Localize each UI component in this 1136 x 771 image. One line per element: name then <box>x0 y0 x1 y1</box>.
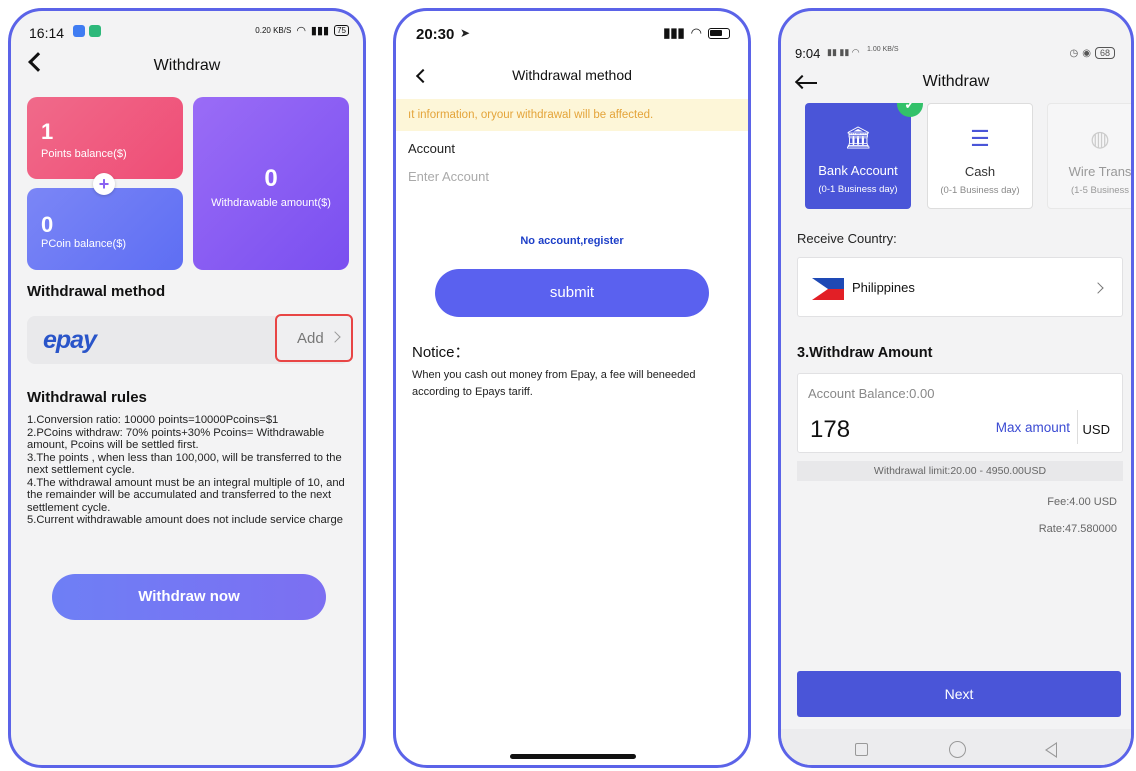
add-method-button[interactable]: Add <box>275 314 353 362</box>
location-icon: ◉ <box>1082 47 1091 59</box>
page-title: Withdrawal method <box>512 67 632 83</box>
withdrawal-method-title: Withdrawal method <box>27 283 166 300</box>
amount-input-box[interactable]: Account Balance:0.00 178 Max amount USD <box>797 373 1123 453</box>
plus-icon: + <box>93 173 115 195</box>
status-bar: 9:04 ▮▮ ▮▮ ◠ 1.00 KB/S ◷ ◉ 68 <box>781 11 1131 61</box>
status-bar: 20:30 ➤ ▮▮▮ ◠ <box>396 11 748 51</box>
withdraw-form: 🏛 Bank Account (0-1 Business day) ✓ ☰ Ca… <box>781 103 1131 673</box>
wifi-icon: ◠ <box>690 25 702 40</box>
app-icon <box>73 25 85 37</box>
status-bar: 16:14 0.20 KB/S ◠ ▮▮▮ 75 <box>11 11 363 51</box>
status-time: 9:04 <box>795 46 821 61</box>
withdrawal-rules-title: Withdrawal rules <box>27 389 147 406</box>
check-icon: ✓ <box>897 103 923 117</box>
points-balance-label: Points balance($) <box>41 148 127 160</box>
method-bank-account[interactable]: 🏛 Bank Account (0-1 Business day) ✓ <box>805 103 923 209</box>
bank-icon: 🏛 <box>844 125 872 150</box>
philippines-flag-icon <box>812 278 844 300</box>
back-triangle-icon[interactable] <box>1045 742 1057 758</box>
next-button[interactable]: Next <box>797 671 1121 717</box>
status-indicators: ▮▮▮ ◠ <box>663 25 730 41</box>
status-time: 20:30 <box>416 26 455 43</box>
pcoin-balance-label: PCoin balance($) <box>41 238 126 250</box>
points-balance-card: 1 Points balance($) <box>27 97 183 179</box>
network-speed: 1.00 KB/S <box>867 46 899 53</box>
wifi-icon: ◠ <box>296 25 306 37</box>
home-icon[interactable] <box>949 741 966 758</box>
signal-icon: ▮▮▮ <box>310 25 330 37</box>
phone-withdraw-bank: 9:04 ▮▮ ▮▮ ◠ 1.00 KB/S ◷ ◉ 68 Withdraw 🏛… <box>778 8 1134 768</box>
chevron-right-icon <box>329 331 341 343</box>
register-link[interactable]: No account,register <box>396 235 748 247</box>
battery-level: 75 <box>334 25 349 36</box>
rule-item: 4.The withdrawal amount must be an integ… <box>27 476 345 514</box>
method-duration: (0-1 Business day) <box>940 185 1020 196</box>
pcoin-balance-value: 0 <box>41 212 54 237</box>
epay-method-row[interactable]: epay Add <box>27 314 353 364</box>
points-balance-value: 1 <box>41 119 54 144</box>
country-name: Philippines <box>852 280 915 295</box>
rule-item: 1.Conversion ratio: 10000 points=10000Pc… <box>27 414 279 426</box>
receive-country-label: Receive Country: <box>797 231 897 246</box>
currency-label: USD <box>1082 422 1110 437</box>
withdrawable-amount-value: 0 <box>264 165 278 192</box>
epay-logo: epay <box>43 326 97 354</box>
country-selector[interactable]: Philippines <box>797 257 1123 317</box>
alarm-icon: ◷ <box>1069 47 1079 59</box>
rule-item: 5.Current withdrawable amount does not i… <box>27 514 343 526</box>
recents-icon[interactable] <box>855 743 868 756</box>
max-amount-button[interactable]: Max amount <box>996 420 1070 435</box>
status-time: 16:14 <box>29 25 65 41</box>
divider <box>1077 410 1078 444</box>
amount-input[interactable]: 178 <box>810 416 850 444</box>
rule-item: 2.PCoins withdraw: 70% points+30% Pcoins… <box>27 426 325 452</box>
location-icon: ➤ <box>460 26 471 40</box>
account-balance: Account Balance:0.00 <box>808 386 935 401</box>
withdrawal-limit: Withdrawal limit:20.00 - 4950.00USD <box>797 461 1123 481</box>
method-duration: (0-1 Business day) <box>818 184 898 195</box>
method-name: Wire Trans <box>1068 164 1131 179</box>
rate-text: Rate:47.580000 <box>1038 523 1117 535</box>
app-icon <box>89 25 101 37</box>
withdrawal-rules-list: 1.Conversion ratio: 10000 points=10000Pc… <box>27 414 353 527</box>
phone-withdrawal-method: 20:30 ➤ ▮▮▮ ◠ Withdrawal method ıt infor… <box>393 8 751 768</box>
rule-item: 3.The points , when less than 100,000, w… <box>27 451 342 477</box>
method-name: Bank Account <box>818 163 898 178</box>
method-duration: (1-5 Business <box>1070 185 1130 196</box>
method-name: Cash <box>964 164 996 179</box>
notice-title: Notice： <box>412 344 470 361</box>
withdraw-amount-title: 3.Withdraw Amount <box>797 345 933 361</box>
withdrawable-amount-card: 0 Withdrawable amount($) <box>193 97 349 270</box>
battery-icon <box>708 27 730 39</box>
home-indicator[interactable] <box>510 754 636 759</box>
notice-body: When you cash out money from Epay, a fee… <box>412 369 696 398</box>
page-title: Withdraw <box>922 73 990 90</box>
chevron-right-icon <box>1092 282 1104 294</box>
battery-level: 68 <box>1094 47 1115 59</box>
submit-button[interactable]: submit <box>435 269 709 317</box>
status-indicators: 0.20 KB/S ◠ ▮▮▮ 75 <box>255 24 349 37</box>
android-nav-bar <box>781 729 1131 765</box>
page-title: Withdraw <box>153 57 221 74</box>
status-indicators: ◷ ◉ 68 <box>1070 47 1115 59</box>
pcoin-balance-card: 0 PCoin balance($) <box>27 188 183 270</box>
phone-withdraw-points: 16:14 0.20 KB/S ◠ ▮▮▮ 75 Withdraw 1 Poin… <box>8 8 366 768</box>
account-input[interactable] <box>408 169 728 184</box>
fee-text: Fee:4.00 USD <box>1047 496 1117 508</box>
signal-icon: ▮▮▮ <box>663 25 685 40</box>
cash-icon: ☰ <box>970 126 990 151</box>
globe-icon: ◍ <box>1090 126 1110 151</box>
withdrawable-amount-label: Withdrawable amount($) <box>211 197 331 209</box>
withdraw-now-button[interactable]: Withdraw now <box>52 574 326 620</box>
signal-icon: ▮▮ ▮▮ ◠ <box>827 47 860 57</box>
add-label: Add <box>297 330 324 347</box>
warning-banner: ıt information, oryour withdrawal will b… <box>396 99 748 131</box>
network-speed: 0.20 KB/S <box>255 26 292 35</box>
method-wire-transfer[interactable]: ◍ Wire Trans (1-5 Business <box>1047 103 1131 209</box>
method-cash[interactable]: ☰ Cash (0-1 Business day) <box>927 103 1033 209</box>
account-label: Account <box>408 141 455 156</box>
